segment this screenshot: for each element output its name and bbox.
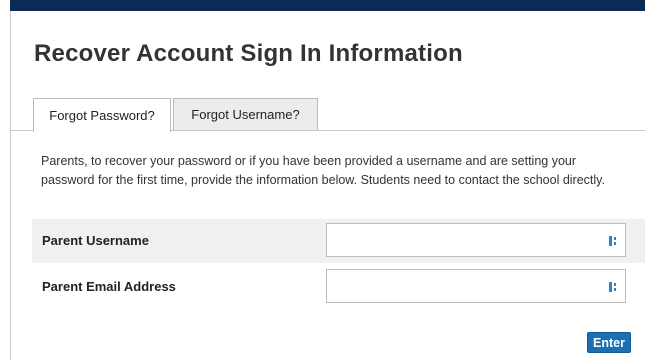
parent-email-label: Parent Email Address [42, 279, 176, 294]
parent-username-row: Parent Username [32, 219, 645, 263]
parent-email-row: Parent Email Address [32, 265, 645, 309]
tab-forgot-username[interactable]: Forgot Username? [173, 98, 318, 131]
enter-button[interactable]: Enter [587, 332, 631, 353]
parent-username-label: Parent Username [42, 233, 149, 248]
autofill-key-icon[interactable] [609, 235, 619, 247]
parent-email-input[interactable] [326, 269, 626, 303]
instructions-text: Parents, to recover your password or if … [41, 154, 605, 187]
parent-username-input[interactable] [326, 223, 626, 257]
header-bar [10, 0, 645, 11]
autofill-key-icon[interactable] [609, 281, 619, 293]
tab-forgot-password[interactable]: Forgot Password? [33, 98, 171, 132]
page-title: Recover Account Sign In Information [34, 40, 463, 67]
panel-left-border [10, 11, 11, 360]
